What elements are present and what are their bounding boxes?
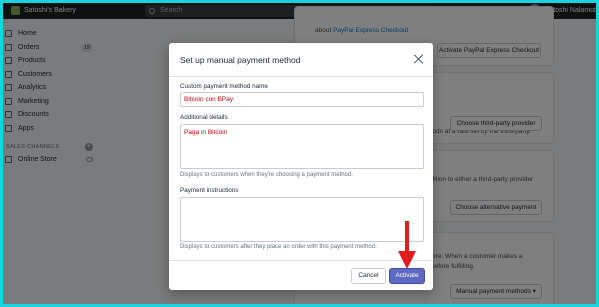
modal-header: Set up manual payment method [169,43,433,77]
payment-name-input[interactable]: Bitcoin con BPay [180,92,424,107]
instructions-help-text: Displays to customers after they place a… [180,244,377,250]
details-label: Additional details [180,114,228,121]
payment-instructions-textarea[interactable] [180,197,424,242]
modal-title: Set up manual payment method [180,55,301,65]
cancel-button[interactable]: Cancel [351,268,386,284]
additional-details-textarea[interactable]: Paga in Bitcoin [180,124,424,169]
manual-payment-modal: Set up manual payment method Custom paym… [169,43,433,290]
instructions-label: Payment instructions [180,187,239,194]
close-icon[interactable] [414,54,424,64]
modal-footer: Cancel Activate [169,260,433,290]
app-window: Satoshi's Bakery Search SN Satoshi Nalam… [3,3,596,304]
name-label: Custom payment method name [180,83,268,90]
details-help-text: Displays to customers when they're choos… [180,172,353,178]
annotation-arrow-icon [398,221,416,269]
